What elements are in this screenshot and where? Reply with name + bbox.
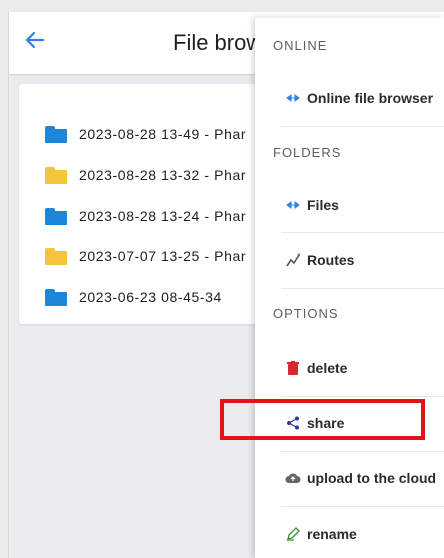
- divider: [281, 506, 444, 507]
- divider: [281, 126, 444, 127]
- context-menu: ONLINE Online file browser FOLDERS Files…: [255, 18, 444, 558]
- divider: [281, 288, 444, 289]
- menu-item-label: upload to the cloud: [307, 470, 437, 486]
- section-label-options: OPTIONS: [273, 306, 339, 321]
- menu-item-label: delete: [307, 360, 348, 376]
- menu-item-share[interactable]: share: [275, 403, 444, 443]
- share-icon: [285, 415, 301, 431]
- divider: [281, 396, 444, 397]
- pencil-icon: [285, 526, 301, 542]
- menu-item-label: Routes: [307, 252, 355, 268]
- menu-item-rename[interactable]: rename: [275, 514, 444, 554]
- folder-icon: [45, 288, 67, 306]
- folder-icon: [45, 166, 67, 184]
- section-label-online: ONLINE: [273, 38, 328, 53]
- menu-item-routes[interactable]: Routes: [275, 240, 444, 280]
- back-button[interactable]: [21, 28, 49, 56]
- menu-item-files[interactable]: Files: [275, 185, 444, 225]
- section-label-folders: FOLDERS: [273, 145, 342, 160]
- double-arrow-icon: [285, 197, 301, 213]
- folder-icon: [45, 207, 67, 225]
- cloud-upload-icon: [285, 470, 301, 486]
- page-title: File brow: [173, 30, 263, 55]
- menu-item-online-file-browser[interactable]: Online file browser: [275, 78, 444, 118]
- file-name: 2023-08-28 13-49 - Phar: [79, 126, 247, 142]
- menu-item-delete[interactable]: delete: [275, 348, 444, 388]
- menu-item-label: Files: [307, 197, 339, 213]
- menu-item-label: share: [307, 415, 345, 431]
- divider: [281, 451, 444, 452]
- folder-icon: [45, 125, 67, 143]
- menu-item-label: Online file browser: [307, 90, 434, 106]
- menu-item-upload-to-cloud[interactable]: upload to the cloud: [275, 458, 444, 498]
- trash-icon: [285, 360, 301, 376]
- divider: [281, 232, 444, 233]
- menu-item-label: rename: [307, 526, 357, 542]
- folder-icon: [45, 247, 67, 265]
- file-name: 2023-07-07 13-25 - Phar: [79, 248, 247, 264]
- arrow-left-icon: [24, 29, 46, 56]
- file-name: 2023-08-28 13-32 - Phar: [79, 167, 247, 183]
- file-name: 2023-08-28 13-24 - Phar: [79, 208, 247, 224]
- file-name: 2023-06-23 08-45-34: [79, 289, 222, 305]
- double-arrow-icon: [285, 90, 301, 106]
- route-icon: [285, 252, 301, 268]
